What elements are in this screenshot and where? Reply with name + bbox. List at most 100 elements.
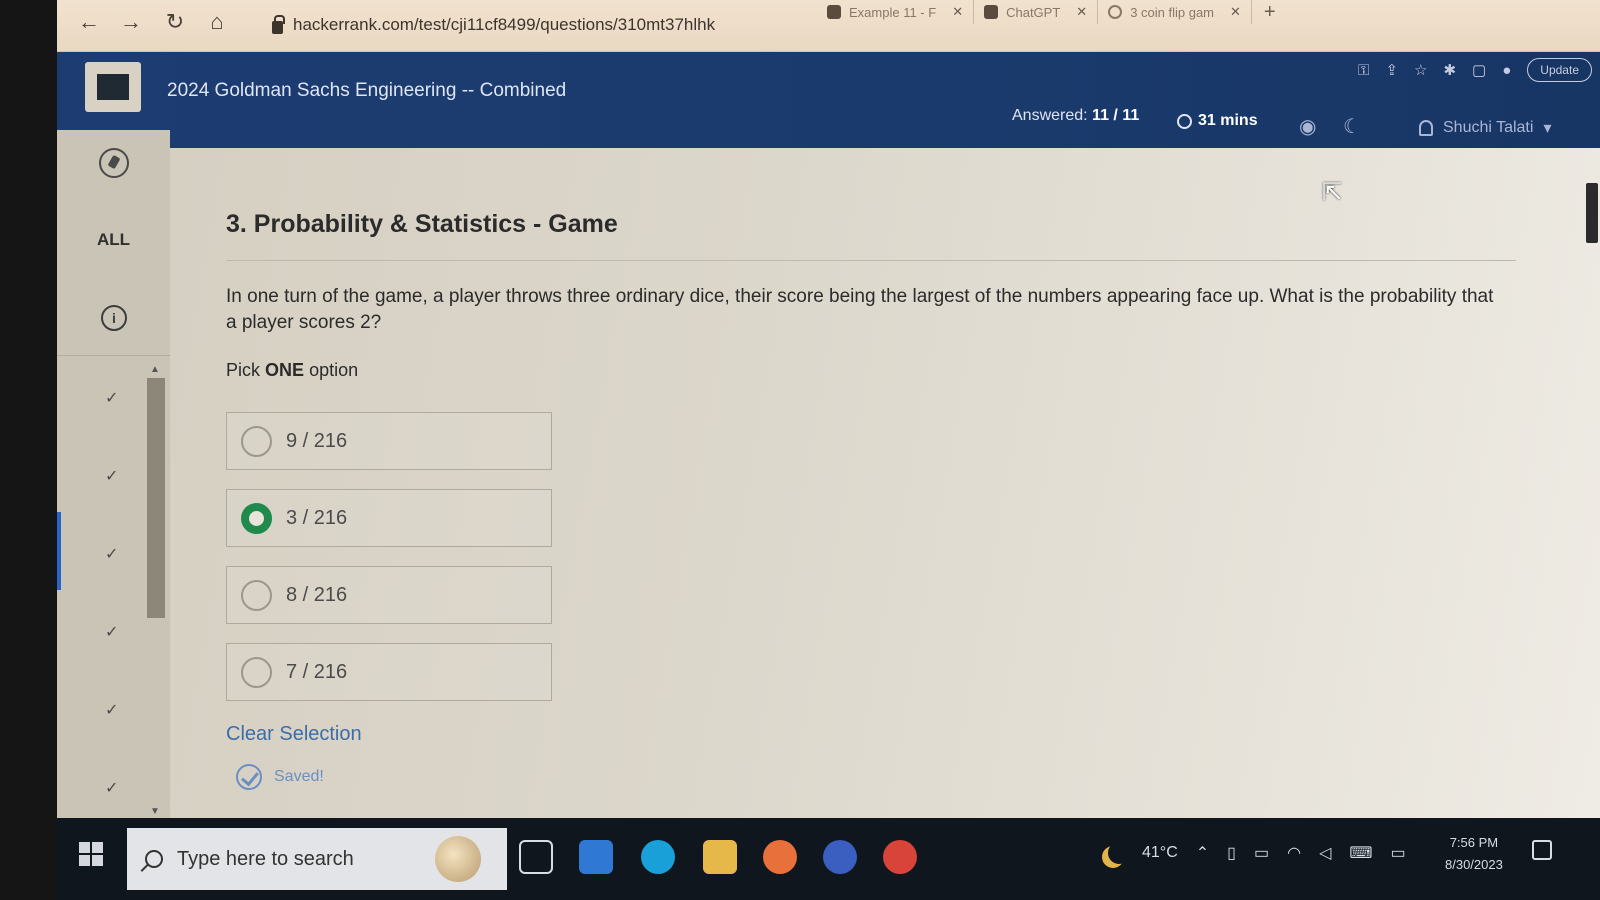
- radio-button[interactable]: [241, 425, 272, 457]
- forward-arrow-icon[interactable]: →: [117, 8, 145, 36]
- clock-time: 7:56 PM: [1449, 835, 1499, 850]
- answered-count: Answered: 11 / 11: [1012, 107, 1139, 125]
- question-6-check-icon[interactable]: ✓: [105, 778, 118, 798]
- main-scrollbar[interactable]: [1586, 183, 1598, 243]
- search-highlight-image: [435, 836, 481, 882]
- chevron-down-icon: ▾: [1543, 120, 1552, 137]
- sidebar-scrollbar[interactable]: [147, 378, 165, 618]
- close-tab-icon[interactable]: ✕: [1230, 4, 1241, 20]
- lock-icon: [272, 14, 285, 34]
- check-circle-icon: [236, 764, 262, 790]
- option-label: 9 / 216: [286, 429, 348, 452]
- extension-toolbar: ⚿ ⇪ ☆ ✱ ▢ ● Update: [1358, 58, 1592, 82]
- pick-instruction: Pick ONE option: [226, 360, 358, 381]
- tab-strip: Example 11 - F ✕ ChatGPT ✕ 3 coin flip g…: [817, 0, 1288, 26]
- url-text: hackerrank.com/test/cji11cf8499/question…: [293, 15, 716, 34]
- key-icon[interactable]: ⚿: [1358, 62, 1369, 79]
- option-2[interactable]: 3 / 216: [226, 489, 552, 547]
- eye-icon[interactable]: ◉: [1299, 114, 1316, 139]
- answered-value: 11 / 11: [1092, 107, 1140, 124]
- task-view-icon[interactable]: [519, 840, 553, 874]
- share-icon[interactable]: ⇪: [1385, 61, 1398, 79]
- chrome-icon[interactable]: [883, 840, 917, 874]
- profile-avatar-icon[interactable]: ●: [1502, 62, 1511, 79]
- eclipse-icon[interactable]: [823, 840, 857, 874]
- back-arrow-icon[interactable]: ←: [75, 8, 103, 36]
- moon-icon[interactable]: ☾: [1343, 114, 1361, 139]
- option-label: 7 / 216: [286, 660, 348, 683]
- clock-date: 8/30/2023: [1445, 857, 1503, 872]
- browser-toolbar: ← → ↻ ⌂ hackerrank.com/test/cji11cf8499/…: [57, 0, 1600, 52]
- sidepanel-icon[interactable]: ▢: [1472, 61, 1486, 79]
- home-icon[interactable]: ⌂: [203, 8, 231, 36]
- option-3[interactable]: 8 / 216: [226, 566, 552, 624]
- radio-button[interactable]: [241, 656, 272, 688]
- user-name: Shuchi Talati: [1443, 119, 1534, 136]
- option-4[interactable]: 7 / 216: [226, 643, 552, 701]
- compass-icon[interactable]: [99, 148, 129, 178]
- timer: 31 mins: [1177, 112, 1258, 130]
- sidebar-divider: [57, 355, 170, 356]
- system-tray: 41°C ⌃ ▯ ▭ ◠ ◁ ⌨ ▭: [1102, 842, 1406, 864]
- new-tab-button[interactable]: +: [1252, 0, 1288, 26]
- question-4-check-icon[interactable]: ✓: [105, 622, 118, 642]
- answered-label: Answered:: [1012, 107, 1088, 124]
- firefox-icon[interactable]: [763, 840, 797, 874]
- puzzle-icon[interactable]: ✱: [1443, 61, 1456, 79]
- scroll-down-icon[interactable]: ▼: [150, 806, 160, 817]
- pick-suffix: option: [309, 360, 359, 380]
- clear-selection-link[interactable]: Clear Selection: [226, 723, 362, 746]
- radio-button-selected[interactable]: [241, 502, 272, 534]
- chatgpt-favicon-icon: [984, 5, 999, 19]
- mail-icon[interactable]: [579, 840, 613, 874]
- notification-icon[interactable]: [1532, 840, 1552, 860]
- keyboard-icon[interactable]: ⌨: [1349, 843, 1372, 863]
- temperature: 41°C: [1142, 844, 1178, 861]
- question-1-check-icon[interactable]: ✓: [105, 388, 118, 408]
- windows-start-icon[interactable]: [79, 842, 103, 866]
- tab-chatgpt[interactable]: ChatGPT ✕: [974, 0, 1099, 24]
- battery-icon[interactable]: ▭: [1254, 843, 1269, 863]
- close-tab-icon[interactable]: ✕: [952, 4, 963, 20]
- tab-example[interactable]: Example 11 - F ✕: [817, 0, 975, 24]
- user-menu[interactable]: Shuchi Talati ▾: [1419, 118, 1551, 138]
- question-text: In one turn of the game, a player throws…: [226, 286, 1494, 333]
- reload-icon[interactable]: ↻: [161, 8, 189, 36]
- close-tab-icon[interactable]: ✕: [1076, 4, 1087, 20]
- star-icon[interactable]: ☆: [1414, 61, 1427, 79]
- update-button[interactable]: Update: [1527, 58, 1592, 82]
- address-bar[interactable]: hackerrank.com/test/cji11cf8499/question…: [262, 6, 842, 44]
- system-clock[interactable]: 7:56 PM 8/30/2023: [1445, 832, 1503, 876]
- question-2-check-icon[interactable]: ✓: [105, 466, 118, 486]
- tab-google[interactable]: 3 coin flip gam ✕: [1098, 0, 1252, 24]
- tablet-icon[interactable]: ▯: [1227, 843, 1236, 863]
- chevron-up-icon[interactable]: ⌃: [1196, 843, 1209, 863]
- windows-taskbar: Type here to search 41°C ⌃ ▯ ▭ ◠ ◁ ⌨ ▭ 7…: [57, 818, 1600, 900]
- all-questions-link[interactable]: ALL: [97, 230, 130, 250]
- weather-moon-icon: [1108, 842, 1130, 864]
- clock-icon: [1177, 113, 1192, 129]
- pick-bold: ONE: [265, 360, 305, 380]
- taskbar-search[interactable]: Type here to search: [127, 828, 507, 890]
- edge-icon[interactable]: [641, 840, 675, 874]
- user-icon: [1419, 120, 1433, 136]
- question-panel: 3. Probability & Statistics - Game In on…: [170, 148, 1600, 818]
- volume-icon[interactable]: ◁: [1319, 843, 1331, 863]
- file-explorer-icon[interactable]: [703, 840, 737, 874]
- tab-label: Example 11 - F: [849, 4, 937, 20]
- question-sidebar: ALL i ✓ ✓ ✓ ✓ ✓ ✓ ▲ ▼: [57, 130, 170, 830]
- pick-prefix: Pick: [226, 360, 261, 380]
- question-3-check-icon[interactable]: ✓: [105, 544, 118, 564]
- option-1[interactable]: 9 / 216: [226, 412, 552, 470]
- search-icon: [145, 850, 163, 868]
- info-icon[interactable]: i: [101, 305, 127, 331]
- google-favicon-icon: [1108, 5, 1123, 19]
- mouse-pointer-icon: ⇱: [1322, 179, 1343, 206]
- tab-favicon-icon: [827, 5, 841, 19]
- question-5-check-icon[interactable]: ✓: [105, 700, 118, 720]
- display-icon[interactable]: ▭: [1390, 843, 1405, 863]
- scroll-up-icon[interactable]: ▲: [150, 364, 160, 375]
- radio-button[interactable]: [241, 579, 272, 611]
- title-divider: [226, 260, 1516, 261]
- wifi-icon[interactable]: ◠: [1287, 843, 1301, 863]
